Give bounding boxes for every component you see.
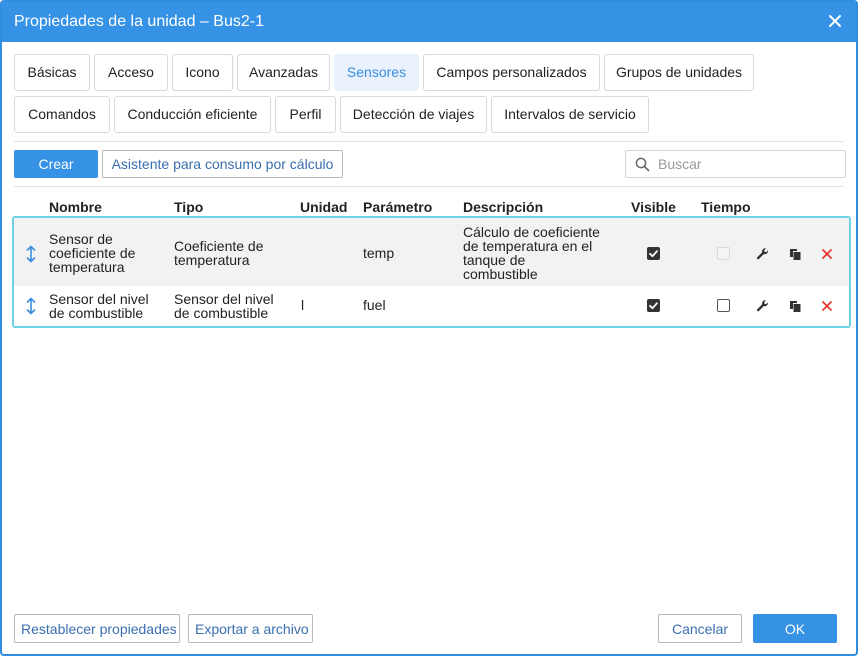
column-header-tiempo[interactable]: Tiempo [701, 199, 751, 215]
tab-perfil[interactable]: Perfil [275, 96, 336, 133]
wrench-icon[interactable] [755, 298, 771, 314]
tab-grupos-de-unidades[interactable]: Grupos de unidades [604, 54, 754, 91]
wrench-icon[interactable] [755, 246, 771, 262]
search-box[interactable] [625, 150, 846, 178]
title-bar: Propiedades de la unidad – Bus2-1 [2, 2, 856, 42]
copy-icon[interactable] [787, 246, 803, 262]
delete-icon[interactable] [819, 298, 835, 314]
sensor-type: Sensor del nivel de combustible [174, 291, 274, 321]
time-checkbox [717, 247, 730, 260]
table-row[interactable]: Sensor de coeficiente de temperatura Coe… [14, 218, 849, 286]
column-header-descripcion[interactable]: Descripción [463, 199, 543, 215]
sensor-description: Cálculo de coeficiente de temperatura en… [463, 224, 600, 282]
divider [14, 141, 844, 142]
ok-button[interactable]: OK [753, 614, 837, 643]
column-header-visible[interactable]: Visible [631, 199, 676, 215]
drag-handle-icon[interactable] [25, 297, 37, 315]
search-icon [635, 157, 650, 172]
column-header-tipo[interactable]: Tipo [174, 199, 203, 215]
search-input[interactable] [656, 153, 841, 175]
copy-icon[interactable] [787, 298, 803, 314]
tab-acceso[interactable]: Acceso [94, 54, 168, 91]
tab-comandos[interactable]: Comandos [14, 96, 110, 133]
sensors-table-body: Sensor de coeficiente de temperatura Coe… [12, 216, 851, 328]
visible-checkbox[interactable] [647, 247, 660, 260]
table-row[interactable]: Sensor del nivel de combustible Sensor d… [14, 286, 849, 326]
sensor-parameter: fuel [363, 297, 386, 313]
sensor-name: Sensor del nivel de combustible [49, 291, 149, 321]
tab-avanzadas[interactable]: Avanzadas [237, 54, 330, 91]
close-icon[interactable] [824, 10, 846, 32]
export-to-file-button[interactable]: Exportar a archivo [188, 614, 313, 643]
time-checkbox[interactable] [717, 299, 730, 312]
drag-handle-icon[interactable] [25, 245, 37, 263]
dialog-title: Propiedades de la unidad – Bus2-1 [14, 13, 264, 30]
column-header-parametro[interactable]: Parámetro [363, 199, 432, 215]
tab-conduccion-eficiente[interactable]: Conducción eficiente [114, 96, 271, 133]
create-button[interactable]: Crear [14, 150, 98, 178]
fuel-calc-wizard-button[interactable]: Asistente para consumo por cálculo [102, 150, 343, 178]
sensor-unit: l [301, 297, 305, 313]
tab-sensores[interactable]: Sensores [334, 54, 419, 91]
cancel-button[interactable]: Cancelar [658, 614, 742, 643]
sensor-parameter: temp [363, 245, 395, 261]
divider [14, 186, 844, 187]
tab-deteccion-de-viajes[interactable]: Detección de viajes [340, 96, 487, 133]
tab-campos-personalizados[interactable]: Campos personalizados [423, 54, 600, 91]
tab-basicas[interactable]: Básicas [14, 54, 90, 91]
delete-icon[interactable] [819, 246, 835, 262]
tab-icono[interactable]: Icono [172, 54, 233, 91]
sensor-type: Coeficiente de temperatura [174, 238, 264, 268]
sensor-name: Sensor de coeficiente de temperatura [49, 231, 136, 275]
reset-properties-button[interactable]: Restablecer propiedades [14, 614, 180, 643]
unit-properties-dialog: Propiedades de la unidad – Bus2-1 Básica… [0, 0, 858, 656]
visible-checkbox[interactable] [647, 299, 660, 312]
column-header-nombre[interactable]: Nombre [49, 199, 102, 215]
tab-intervalos-de-servicio[interactable]: Intervalos de servicio [491, 96, 649, 133]
column-header-unidad[interactable]: Unidad [300, 199, 347, 215]
